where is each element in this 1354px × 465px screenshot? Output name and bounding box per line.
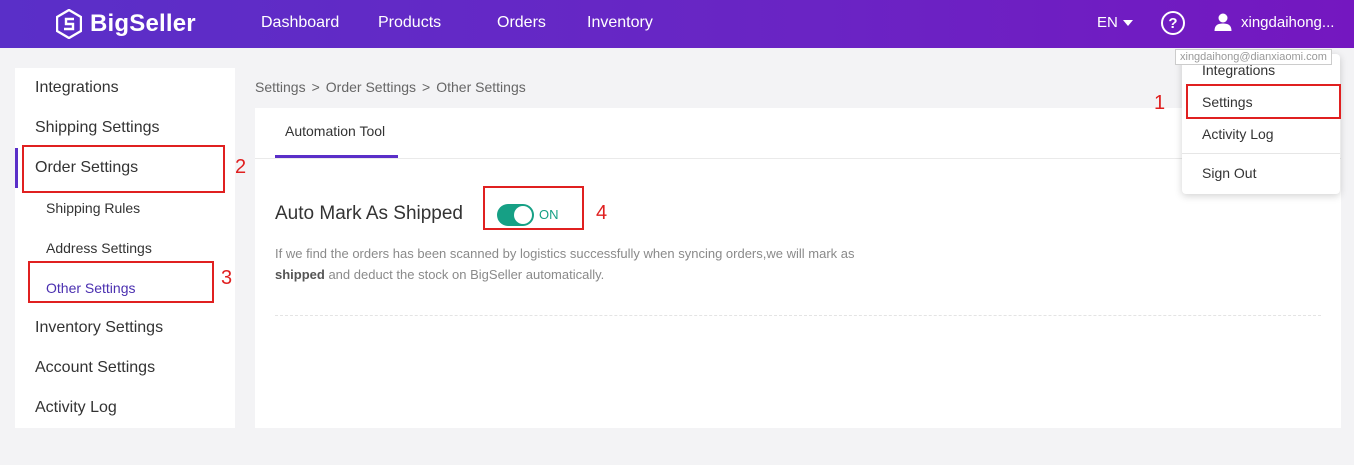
annotation-box-1: [1186, 84, 1341, 119]
sidebar-item-shipping-settings[interactable]: Shipping Settings: [35, 119, 160, 137]
sidebar-active-indicator: [15, 148, 18, 188]
language-selector[interactable]: EN: [1097, 14, 1133, 31]
breadcrumb-other-settings: Other Settings: [436, 79, 526, 95]
tab-automation-tool[interactable]: Automation Tool: [285, 123, 385, 139]
nav-orders[interactable]: Orders: [497, 14, 546, 32]
breadcrumb-separator: >: [422, 79, 431, 95]
user-menu-trigger[interactable]: xingdaihong...: [1213, 12, 1334, 32]
annotation-number-4: 4: [596, 202, 608, 224]
menu-item-activity-log[interactable]: Activity Log: [1202, 126, 1274, 142]
sidebar-item-account-settings[interactable]: Account Settings: [35, 359, 155, 377]
annotation-number-2: 2: [235, 156, 247, 178]
bigseller-logo-icon: [56, 9, 82, 39]
settings-sidebar: Integrations Shipping Settings Order Set…: [15, 68, 235, 428]
sidebar-subitem-address-settings[interactable]: Address Settings: [46, 240, 152, 256]
sidebar-subitem-shipping-rules[interactable]: Shipping Rules: [46, 200, 140, 216]
annotation-box-3: [28, 261, 214, 303]
setting-description: If we find the orders has been scanned b…: [275, 243, 875, 285]
menu-item-sign-out[interactable]: Sign Out: [1202, 165, 1256, 181]
menu-divider: [1182, 153, 1340, 154]
nav-dashboard[interactable]: Dashboard: [261, 14, 339, 32]
desc-text-2: and deduct the stock on BigSeller automa…: [324, 267, 605, 282]
annotation-number-3: 3: [221, 267, 233, 289]
user-dropdown-menu: Integrations Settings Activity Log Sign …: [1182, 54, 1340, 194]
breadcrumb-settings[interactable]: Settings: [255, 79, 306, 95]
email-tooltip: xingdaihong@dianxiaomi.com: [1175, 49, 1332, 65]
main-panel: Automation Tool Auto Mark As Shipped ON …: [255, 108, 1341, 428]
tab-divider: [255, 158, 1341, 159]
desc-text-1: If we find the orders has been scanned b…: [275, 246, 855, 261]
help-circle-icon[interactable]: ?: [1161, 11, 1185, 35]
sidebar-item-activity-log[interactable]: Activity Log: [35, 399, 117, 417]
help-glyph: ?: [1168, 14, 1178, 32]
annotation-number-1: 1: [1154, 92, 1166, 114]
nav-inventory[interactable]: Inventory: [587, 14, 653, 32]
annotation-box-2: [22, 145, 225, 193]
caret-down-icon: [1122, 19, 1133, 26]
section-divider: [275, 315, 1321, 316]
breadcrumb: Settings > Order Settings > Other Settin…: [255, 79, 526, 95]
brand-name: BigSeller: [90, 10, 196, 37]
sidebar-item-inventory-settings[interactable]: Inventory Settings: [35, 319, 163, 337]
top-navigation-bar: BigSeller Dashboard Products Orders Inve…: [0, 0, 1354, 48]
user-icon: [1214, 13, 1232, 31]
language-label: EN: [1097, 14, 1118, 31]
setting-title: Auto Mark As Shipped: [275, 203, 463, 224]
nav-products[interactable]: Products: [378, 14, 441, 32]
desc-bold: shipped: [275, 267, 325, 282]
username: xingdaihong...: [1241, 13, 1335, 31]
breadcrumb-separator: >: [311, 79, 320, 95]
breadcrumb-order-settings[interactable]: Order Settings: [326, 79, 416, 95]
annotation-box-4: [483, 186, 584, 230]
brand-logo[interactable]: BigSeller: [56, 8, 196, 40]
sidebar-item-integrations[interactable]: Integrations: [35, 79, 119, 97]
